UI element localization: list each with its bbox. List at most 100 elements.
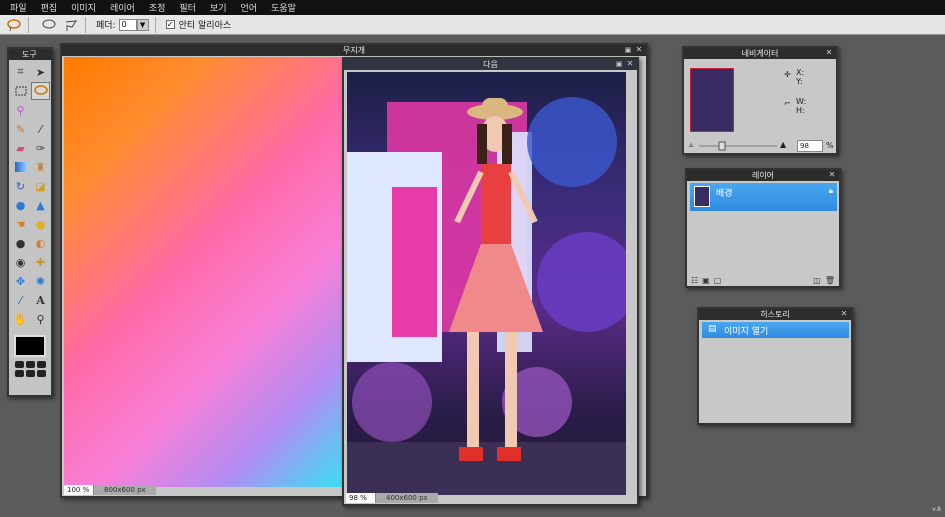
- close-icon[interactable]: ✕: [626, 60, 634, 68]
- palette-dots: [9, 361, 51, 377]
- menu-view[interactable]: 보기: [210, 1, 227, 14]
- new-layer-icon[interactable]: ◫: [813, 276, 821, 285]
- document-title: 다음 ▣ ✕: [344, 59, 637, 70]
- layers-title-text: 레이어: [751, 171, 775, 180]
- feather-label: 페더:: [96, 21, 116, 31]
- palette-dot[interactable]: [25, 361, 35, 368]
- lock-icon[interactable]: 🔒︎: [829, 186, 833, 196]
- spot-heal-icon[interactable]: ✚: [31, 253, 50, 271]
- h-label: H:: [796, 106, 805, 115]
- magic-wand-icon[interactable]: ⚲: [11, 101, 30, 119]
- eraser-icon[interactable]: ▰: [11, 139, 30, 157]
- pinch-icon[interactable]: ✺: [31, 272, 50, 290]
- navigator-thumbnail[interactable]: [690, 68, 734, 132]
- zoom-out-icon[interactable]: ▵: [689, 140, 693, 149]
- close-icon[interactable]: ✕: [825, 49, 833, 57]
- maximize-icon[interactable]: ▣: [624, 46, 632, 54]
- lasso-mode-icon[interactable]: [41, 18, 57, 32]
- palette-dot[interactable]: [25, 370, 35, 377]
- marquee-tool-icon[interactable]: [11, 82, 30, 100]
- pencil-icon[interactable]: ✎: [11, 120, 30, 138]
- divider: [154, 16, 156, 33]
- menu-file[interactable]: 파일: [10, 1, 27, 14]
- image-size: 400x600 px: [376, 493, 438, 503]
- feather-input[interactable]: 0: [118, 18, 137, 31]
- zoom-input[interactable]: 98: [797, 140, 823, 152]
- zoom-slider[interactable]: [699, 141, 777, 151]
- layers-title: 레이어 ✕: [687, 170, 839, 181]
- document-title-text: 무지개: [342, 46, 366, 55]
- close-icon[interactable]: ✕: [840, 310, 848, 318]
- color-replace-icon[interactable]: ↻: [11, 177, 30, 195]
- lasso-tool-icon[interactable]: [6, 18, 22, 32]
- menu-adjust[interactable]: 조정: [149, 1, 166, 14]
- layer-row[interactable]: 배경 🔒︎: [690, 183, 837, 211]
- tools-panel: 도구 ⌗ ➤ ⚲ ✎ ⁄ ▰ ✑ ♜ ↻ ◪ ● ▲ ☚ ● ● ◐ ◉ ✚ ✥…: [7, 47, 53, 397]
- zoom-tool-icon[interactable]: ⚲: [31, 310, 50, 328]
- photo-image: [347, 97, 626, 495]
- bloat-icon[interactable]: ✥: [11, 272, 30, 290]
- brush-icon[interactable]: ⁄: [31, 120, 50, 138]
- layer-mask-icon[interactable]: ▣: [702, 276, 710, 285]
- gradient-canvas[interactable]: [64, 57, 346, 487]
- hand-tool-icon[interactable]: ✋: [11, 310, 30, 328]
- menu-bar: 파일 편집 이미지 레이어 조정 필터 보기 언어 도움말: [0, 0, 945, 15]
- blur-icon[interactable]: ●: [11, 196, 30, 214]
- color-picker-icon[interactable]: ⁄: [11, 291, 30, 309]
- layer-name: 배경: [716, 189, 733, 199]
- crop-tool-icon[interactable]: ⌗: [11, 63, 30, 81]
- close-icon[interactable]: ✕: [828, 171, 836, 179]
- lasso-tool-icon[interactable]: [31, 82, 50, 100]
- stamp-icon[interactable]: ♜: [31, 158, 50, 176]
- palette-dot[interactable]: [14, 361, 24, 368]
- palette-dot[interactable]: [36, 370, 46, 377]
- palette-dot[interactable]: [14, 370, 24, 377]
- antialias-label: 안티 알리아스: [178, 21, 232, 31]
- replace-color-icon[interactable]: ✑: [31, 139, 50, 157]
- navigator-panel: 네비게이터 ✕ ✛ X: Y: ⌐ W: H: ▵ ▲ 98 %: [682, 46, 838, 155]
- menu-edit[interactable]: 편집: [41, 1, 58, 14]
- photo-canvas[interactable]: [347, 72, 626, 495]
- palette-dot[interactable]: [36, 361, 46, 368]
- sponge-icon[interactable]: ●: [31, 215, 50, 233]
- polygon-lasso-icon[interactable]: [63, 18, 79, 32]
- paint-bucket-icon[interactable]: ◪: [31, 177, 50, 195]
- menu-layer[interactable]: 레이어: [110, 1, 135, 14]
- gradient-icon[interactable]: [11, 158, 30, 176]
- history-panel: 히스토리 ✕ ▤ 이미지 열기: [697, 307, 853, 425]
- layer-properties-icon[interactable]: ☷: [691, 276, 698, 285]
- close-icon[interactable]: ✕: [635, 46, 643, 54]
- maximize-icon[interactable]: ▣: [615, 60, 623, 68]
- y-label: Y:: [796, 77, 803, 86]
- red-eye-icon[interactable]: ◉: [11, 253, 30, 271]
- version-label: v.8: [932, 506, 941, 513]
- menu-image[interactable]: 이미지: [71, 1, 96, 14]
- dodge-icon[interactable]: ●: [11, 234, 30, 252]
- zoom-field[interactable]: 100 %: [64, 485, 94, 495]
- sharpen-icon[interactable]: ▲: [31, 196, 50, 214]
- image-size: 800x600 px: [94, 485, 156, 495]
- burn-icon[interactable]: ◐: [31, 234, 50, 252]
- layer-style-icon[interactable]: ▢: [714, 276, 722, 285]
- layers-footer: ☷ ▣ ▢ ◫ 🗑︎: [687, 274, 839, 286]
- history-title-text: 히스토리: [760, 310, 790, 319]
- navigator-title-text: 네비게이터: [741, 49, 779, 58]
- menu-help[interactable]: 도움말: [271, 1, 296, 14]
- zoom-field[interactable]: 98 %: [346, 493, 376, 503]
- layer-thumbnail: [694, 186, 710, 207]
- move-tool-icon[interactable]: ➤: [31, 63, 50, 81]
- history-item-name: 이미지 열기: [724, 327, 769, 337]
- feather-dropdown[interactable]: ▼: [136, 18, 149, 31]
- divider: [85, 16, 86, 33]
- history-item[interactable]: ▤ 이미지 열기: [702, 322, 849, 338]
- text-tool-icon[interactable]: A: [31, 291, 50, 309]
- delete-layer-icon[interactable]: 🗑︎: [825, 276, 835, 285]
- zoom-in-icon[interactable]: ▲: [780, 140, 786, 149]
- antialias-checkbox[interactable]: ✓: [165, 20, 175, 29]
- foreground-color-swatch[interactable]: [14, 335, 46, 357]
- menu-language[interactable]: 언어: [241, 1, 258, 14]
- smudge-icon[interactable]: ☚: [11, 215, 30, 233]
- menu-filter[interactable]: 필터: [179, 1, 196, 14]
- history-title: 히스토리 ✕: [699, 309, 851, 320]
- crosshair-icon: ✛: [784, 70, 791, 79]
